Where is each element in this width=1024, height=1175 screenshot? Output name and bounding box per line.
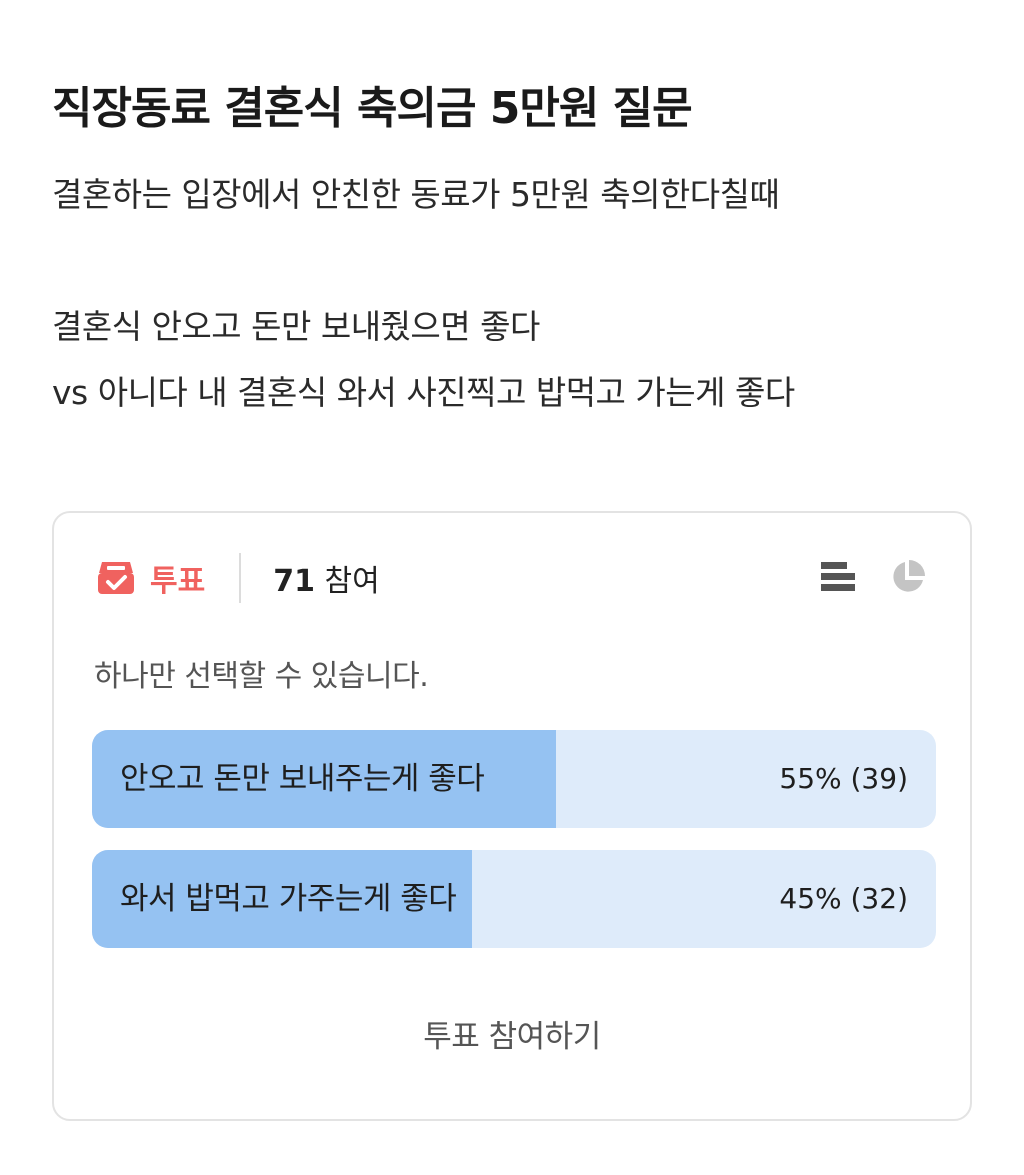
view-toggle	[818, 557, 928, 597]
poll-option[interactable]: 와서 밥먹고 가주는게 좋다 45% (32)	[92, 850, 936, 948]
participant-count: 71 참여	[273, 556, 380, 600]
option-result: 55% (39)	[779, 762, 908, 795]
option-label: 안오고 돈만 보내주는게 좋다	[120, 761, 485, 797]
ballot-box-icon	[96, 558, 136, 598]
poll-label: 투표	[150, 564, 206, 599]
poll-option[interactable]: 안오고 돈만 보내주는게 좋다 55% (39)	[92, 730, 936, 828]
post-body-blank-line	[52, 228, 972, 294]
post-body-line: 결혼식 안오고 돈만 보내줬으면 좋다	[52, 307, 540, 346]
poll-note: 하나만 선택할 수 있습니다.	[94, 659, 429, 694]
post-body-line: vs 아니다 내 결혼식 와서 사진찍고 밥먹고 가는게 좋다	[52, 373, 795, 412]
bar-list-icon[interactable]	[818, 557, 858, 597]
poll-card: 투표 71 참여 하나만 선택할 수 있습니다. 안오고 돈만 보내주는게 좋다…	[52, 511, 972, 1121]
vote-button[interactable]: 투표 참여하기	[54, 1011, 970, 1056]
post-title: 직장동료 결혼식 축의금 5만원 질문	[52, 83, 693, 134]
participant-number: 71	[273, 564, 315, 599]
option-label: 와서 밥먹고 가주는게 좋다	[120, 881, 457, 917]
option-result: 45% (32)	[779, 882, 908, 915]
post-body-line: 결혼하는 입장에서 안친한 동료가 5만원 축의한다칠때	[52, 175, 780, 214]
poll-header: 투표 71 참여	[96, 553, 380, 603]
pie-chart-icon[interactable]	[888, 557, 928, 597]
participant-suffix: 참여	[324, 564, 380, 599]
post-body: 결혼하는 입장에서 안친한 동료가 5만원 축의한다칠때 결혼식 안오고 돈만 …	[52, 162, 972, 426]
header-divider	[239, 553, 242, 603]
